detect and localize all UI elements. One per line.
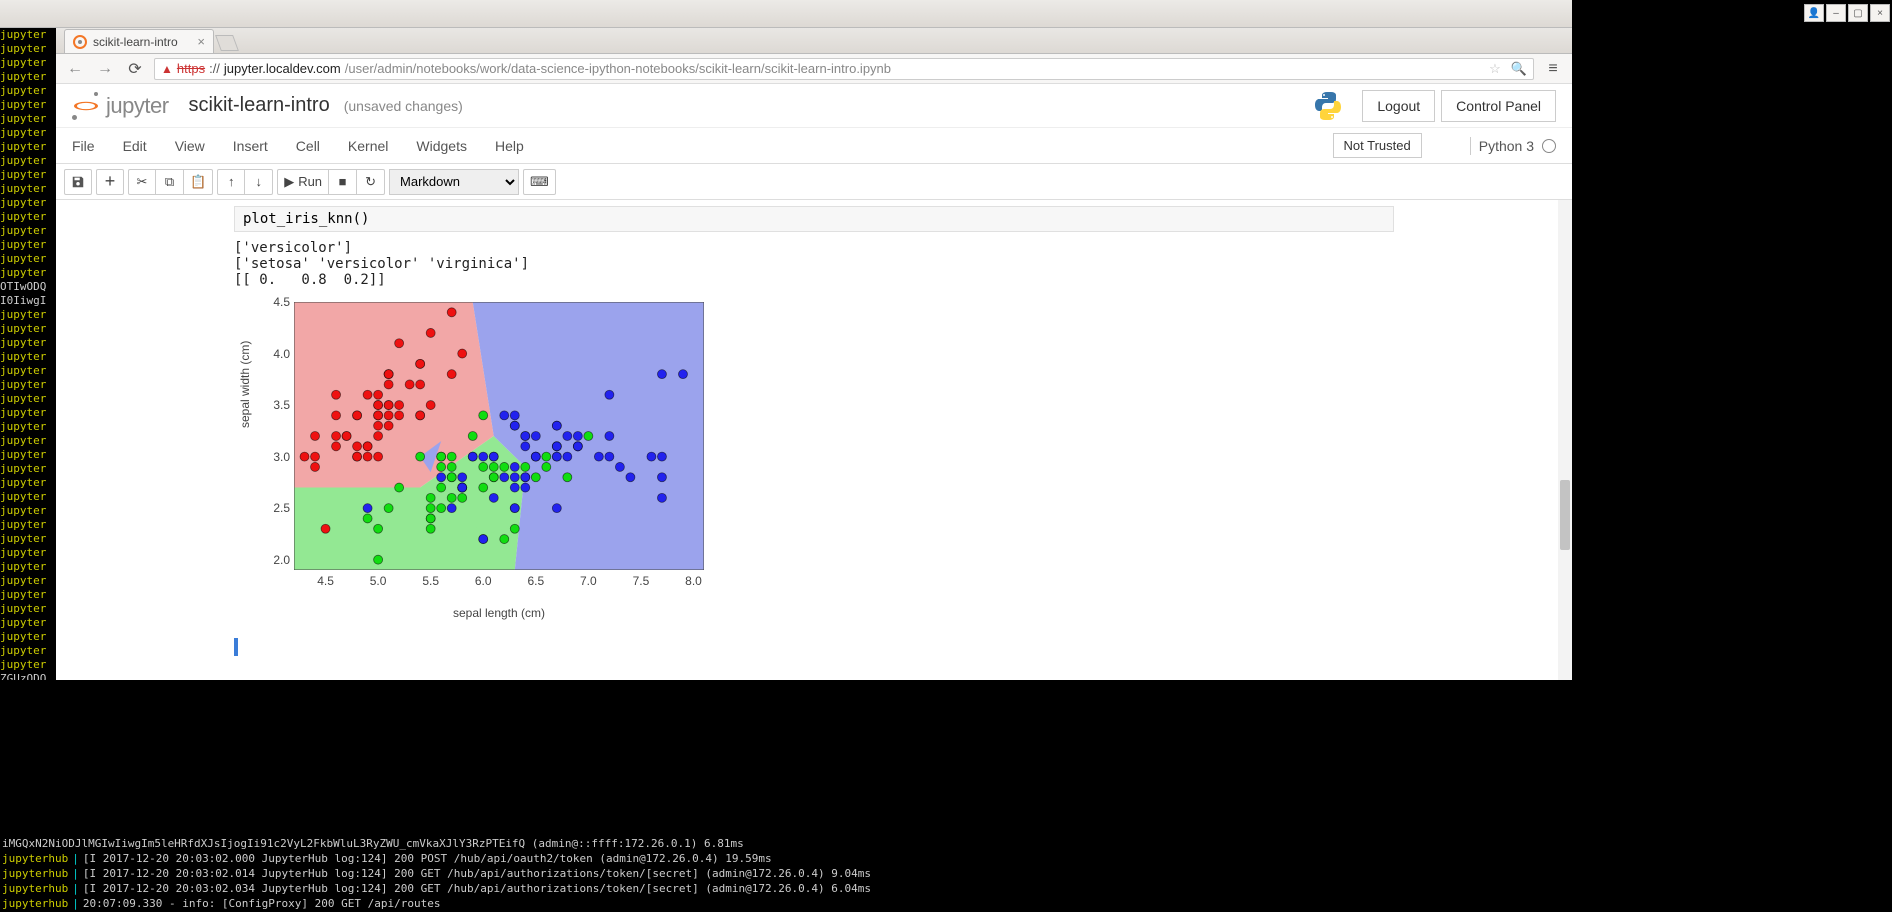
menu-edit[interactable]: Edit	[123, 138, 147, 154]
trust-button[interactable]: Not Trusted	[1333, 133, 1422, 158]
menu-kernel[interactable]: Kernel	[348, 138, 388, 154]
menu-insert[interactable]: Insert	[233, 138, 268, 154]
cut-button[interactable]: ✂	[128, 169, 156, 195]
vertical-scrollbar[interactable]	[1558, 200, 1572, 680]
logout-button[interactable]: Logout	[1362, 90, 1435, 122]
notebook-body: plot_iris_knn() ['versicolor'] ['setosa'…	[56, 200, 1572, 680]
control-panel-button[interactable]: Control Panel	[1441, 90, 1556, 122]
notebook-header: jupyter scikit-learn-intro (unsaved chan…	[56, 84, 1572, 128]
kernel-name: Python 3	[1479, 138, 1534, 154]
browser-window: scikit-learn-intro × ← → ⟳ ▲ https://jup…	[56, 0, 1572, 680]
code-cell-input[interactable]: plot_iris_knn()	[234, 206, 1394, 232]
menu-widgets[interactable]: Widgets	[416, 138, 467, 154]
cell-type-select[interactable]: CodeMarkdownRaw NBConvertHeading	[389, 169, 519, 195]
window-minimize-button[interactable]: –	[1826, 4, 1846, 22]
jupyter-logo[interactable]: jupyter	[72, 92, 169, 120]
insecure-icon: ▲	[161, 62, 173, 76]
add-cell-button[interactable]: +	[96, 169, 124, 195]
tab-title: scikit-learn-intro	[93, 35, 178, 49]
chart-ylabel: sepal width (cm)	[238, 341, 252, 428]
save-button[interactable]	[64, 169, 92, 195]
menu-help[interactable]: Help	[495, 138, 524, 154]
move-down-button[interactable]: ↓	[245, 169, 273, 195]
copy-button[interactable]: ⧉	[156, 169, 184, 195]
notebook-save-status: (unsaved changes)	[344, 98, 463, 114]
bookmark-star-icon[interactable]: ☆	[1489, 61, 1501, 77]
chart-xlabel: sepal length (cm)	[294, 606, 704, 620]
cell-output-text: ['versicolor'] ['setosa' 'versicolor' 'v…	[234, 236, 1394, 298]
jupyter-logo-text: jupyter	[106, 93, 169, 119]
url-scheme: https	[177, 61, 205, 76]
address-bar[interactable]: ▲ https://jupyter.localdev.com/user/admi…	[154, 58, 1534, 80]
nav-back-button[interactable]: ←	[64, 58, 86, 80]
markdown-blockquote	[234, 638, 1394, 656]
move-up-button[interactable]: ↑	[217, 169, 245, 195]
jupyter-logo-icon	[72, 92, 100, 120]
command-palette-button[interactable]: ⌨	[523, 169, 556, 195]
terminal-sidebar: jupyterjupyterjupyterjupyterjupyterjupyt…	[0, 0, 56, 680]
zoom-icon[interactable]: 🔍	[1511, 61, 1527, 77]
kernel-status-icon	[1542, 139, 1556, 153]
os-titlebar	[0, 0, 1572, 28]
iris-knn-chart: sepal width (cm) sepal length (cm) 2.02.…	[234, 298, 714, 618]
tab-close-icon[interactable]: ×	[197, 34, 205, 49]
notebook-toolbar: + ✂ ⧉ 📋 ↑ ↓ ▶Run ■ ↻ CodeMarkdownRaw NBC…	[56, 164, 1572, 200]
browser-menu-button[interactable]: ≡	[1542, 58, 1564, 80]
kernel-indicator[interactable]: Python 3	[1470, 137, 1556, 155]
python-logo-icon	[1312, 90, 1344, 122]
window-close-button[interactable]: ×	[1870, 4, 1890, 22]
browser-toolbar: ← → ⟳ ▲ https://jupyter.localdev.com/use…	[56, 54, 1572, 84]
nav-forward-button: →	[94, 58, 116, 80]
run-button[interactable]: ▶Run	[277, 169, 329, 195]
notebook-menubar: FileEditViewInsertCellKernelWidgetsHelp …	[56, 128, 1572, 164]
window-maximize-button[interactable]: ▢	[1848, 4, 1868, 22]
new-tab-button[interactable]	[215, 35, 239, 51]
menu-cell[interactable]: Cell	[296, 138, 320, 154]
menu-view[interactable]: View	[175, 138, 205, 154]
restart-button[interactable]: ↻	[357, 169, 385, 195]
jupyter-notebook: jupyter scikit-learn-intro (unsaved chan…	[56, 84, 1572, 680]
menu-file[interactable]: File	[72, 138, 95, 154]
browser-tabstrip: scikit-learn-intro ×	[56, 28, 1572, 54]
url-domain: jupyter.localdev.com	[224, 61, 341, 76]
url-path: /user/admin/notebooks/work/data-science-…	[345, 61, 891, 76]
browser-tab[interactable]: scikit-learn-intro ×	[64, 29, 214, 53]
jupyter-favicon-icon	[73, 35, 87, 49]
paste-button[interactable]: 📋	[184, 169, 213, 195]
terminal-bottom: iMGQxN2NiODJlMGIwIiwgIm5leHRfdXJsIjogIi9…	[0, 836, 1892, 912]
window-user-button[interactable]: 👤	[1804, 4, 1824, 22]
interrupt-button[interactable]: ■	[329, 169, 357, 195]
notebook-title[interactable]: scikit-learn-intro	[189, 94, 330, 117]
nav-reload-button[interactable]: ⟳	[124, 58, 146, 80]
